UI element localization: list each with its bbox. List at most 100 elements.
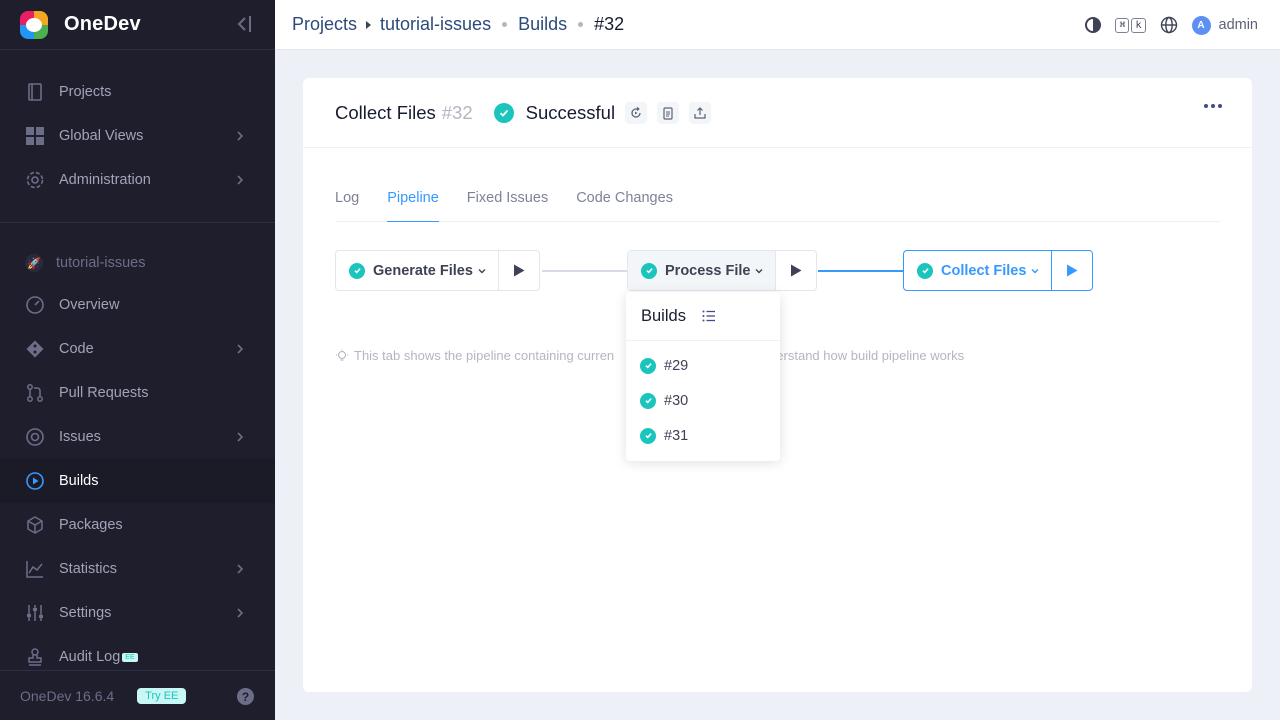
sidebar-item-issues[interactable]: Issues	[0, 415, 275, 459]
sidebar-item-label: Overview	[59, 297, 120, 313]
avatar[interactable]: A	[1191, 15, 1211, 35]
breadcrumb-project[interactable]: tutorial-issues	[380, 14, 491, 35]
dropdown-build-item[interactable]: #30	[626, 383, 780, 418]
try-ee-button[interactable]: Try EE	[137, 687, 187, 704]
stamp-icon	[25, 647, 45, 667]
success-check-icon	[640, 357, 656, 374]
run-job-button[interactable]	[1052, 251, 1092, 290]
sidebar-item-label: Projects	[59, 84, 112, 100]
sidebar-item-pull-requests[interactable]: Pull Requests	[0, 371, 275, 415]
tab-fixed-issues[interactable]: Fixed Issues	[467, 178, 548, 222]
breadcrumb-caret-icon	[366, 20, 372, 29]
sidebar-item-label: Global Views	[59, 128, 144, 144]
sidebar-item-administration[interactable]: Administration	[0, 158, 275, 202]
chevron-down-icon	[1031, 268, 1039, 273]
job-name: Collect Files	[941, 262, 1027, 279]
success-check-icon	[917, 262, 933, 279]
pipeline-connector	[542, 270, 627, 272]
clipboard-button[interactable]	[657, 101, 680, 124]
build-status: Successful	[525, 101, 616, 123]
help-icon[interactable]: ?	[237, 688, 254, 705]
chart-icon	[25, 559, 45, 579]
dropdown-build-item[interactable]: #31	[626, 418, 780, 453]
job-name: Generate Files	[373, 262, 473, 279]
gauge-icon	[25, 295, 45, 315]
git-icon	[25, 339, 45, 359]
dropdown-title: Builds	[641, 306, 686, 325]
success-check-icon	[640, 392, 656, 409]
artifacts-button[interactable]	[689, 101, 712, 124]
sidebar-collapse-icon[interactable]	[234, 14, 254, 34]
play-icon	[513, 264, 525, 277]
job-name: Process File	[665, 262, 751, 279]
sidebar-item-label: Code	[59, 341, 94, 357]
play-icon	[1067, 264, 1078, 277]
box-icon	[25, 515, 45, 535]
chevron-right-icon	[237, 432, 244, 442]
builds-dropdown: Builds #29 #30 #31	[626, 292, 780, 461]
build-number: #32	[441, 101, 473, 123]
user-name[interactable]: admin	[1219, 17, 1259, 33]
job-button[interactable]: Generate Files	[336, 251, 499, 290]
sidebar-item-label: Issues	[59, 429, 101, 445]
gear-icon	[25, 170, 45, 190]
sidebar-item-settings[interactable]: Settings	[0, 591, 275, 635]
build-item-label: #29	[664, 357, 689, 374]
theme-toggle-icon[interactable]	[1085, 17, 1102, 33]
ee-badge: EE	[122, 652, 138, 662]
job-button[interactable]: Process File	[628, 251, 777, 290]
rebuild-icon	[631, 106, 641, 118]
sidebar-item-packages[interactable]: Packages	[0, 503, 275, 547]
breadcrumb-projects[interactable]: Projects	[292, 14, 357, 35]
breadcrumb-builds[interactable]: Builds	[518, 14, 567, 35]
sidebar-item-label: Settings	[59, 605, 112, 621]
breadcrumb-dot-icon	[578, 22, 584, 27]
sidebar-item-label: Administration	[59, 172, 151, 188]
pipeline-connector	[818, 270, 904, 272]
success-check-icon	[349, 262, 365, 279]
book-icon	[25, 82, 45, 102]
sidebar-item-label: Pull Requests	[59, 385, 149, 401]
sidebar-item-builds[interactable]: Builds	[0, 459, 275, 503]
lightbulb-icon	[336, 349, 348, 361]
project-name: tutorial-issues	[56, 255, 146, 271]
breadcrumb-current: #32	[594, 14, 625, 34]
tab-log[interactable]: Log	[335, 178, 359, 222]
run-job-button[interactable]	[499, 251, 539, 290]
chevron-right-icon	[237, 131, 244, 141]
sidebar-item-code[interactable]: Code	[0, 327, 275, 371]
globe-icon[interactable]	[1160, 16, 1178, 34]
rocket-icon: 🚀	[25, 254, 43, 272]
pipeline-job: Collect Files	[903, 250, 1094, 291]
build-item-label: #31	[664, 427, 689, 444]
list-icon[interactable]	[702, 310, 716, 322]
chevron-down-icon	[478, 268, 486, 273]
breadcrumb: Projects tutorial-issues Builds #32	[292, 14, 624, 35]
more-options-icon[interactable]	[1204, 104, 1222, 108]
build-header: Collect Files #32 Successful	[303, 78, 1252, 148]
sidebar-item-label: Audit Log	[59, 649, 121, 665]
grid-icon	[25, 126, 45, 146]
top-bar-actions: ⌘ k A admin	[1085, 0, 1258, 50]
build-title: Collect Files	[335, 101, 436, 123]
tab-pipeline[interactable]: Pipeline	[387, 178, 439, 222]
sidebar-item-label: Builds	[59, 473, 99, 489]
kbd-k[interactable]: k	[1131, 17, 1146, 33]
success-check-icon	[640, 427, 656, 444]
run-job-button[interactable]	[776, 251, 816, 290]
success-check-icon	[493, 102, 514, 123]
sidebar-item-label: Statistics	[59, 561, 118, 577]
tab-code-changes[interactable]: Code Changes	[576, 178, 673, 222]
chevron-right-icon	[237, 608, 244, 618]
sidebar-item-projects[interactable]: Projects	[0, 70, 275, 114]
dropdown-build-item[interactable]: #29	[626, 348, 780, 383]
sidebar-item-overview[interactable]: Overview	[0, 283, 275, 327]
sidebar-item-global-views[interactable]: Global Views	[0, 114, 275, 158]
sidebar-item-statistics[interactable]: Statistics	[0, 547, 275, 591]
sidebar-project-header[interactable]: 🚀 tutorial-issues	[25, 254, 145, 272]
kbd-cmd[interactable]: ⌘	[1115, 17, 1130, 33]
rebuild-button[interactable]	[625, 101, 648, 124]
success-check-icon	[641, 262, 657, 279]
breadcrumb-dot-icon	[502, 22, 508, 27]
job-button[interactable]: Collect Files	[904, 251, 1053, 290]
